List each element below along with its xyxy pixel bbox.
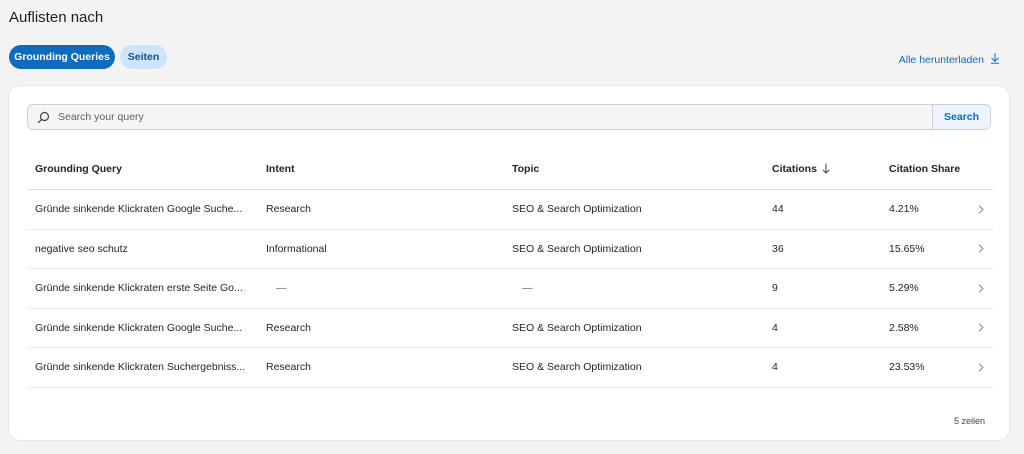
cell-citation-share: 15.65% — [889, 242, 925, 255]
column-header-topic[interactable]: Topic — [504, 163, 764, 175]
cell-topic: SEO & Search Optimization — [512, 321, 642, 334]
column-header-citations[interactable]: Citations — [764, 163, 881, 175]
cell-citations: 4 — [772, 321, 778, 334]
cell-intent: Research — [266, 321, 311, 334]
cell-citation-share: 23.53% — [889, 361, 925, 374]
cell-citations: 36 — [772, 242, 784, 255]
table-row[interactable]: Gründe sinkende Klickraten Google Suche.… — [27, 190, 993, 230]
cell-query: Gründe sinkende Klickraten erste Seite G… — [35, 282, 243, 295]
cell-citation-share: 2.58% — [889, 321, 919, 334]
cell-intent: — — [276, 282, 287, 295]
cell-intent: Research — [266, 361, 311, 374]
row-count: 5 zeilen — [953, 416, 985, 426]
cell-topic: — — [522, 282, 533, 295]
download-all-label: Alle herunterladen — [898, 53, 984, 66]
chevron-right-icon[interactable] — [969, 284, 993, 293]
download-all-link[interactable]: Alle herunterladen — [899, 52, 1000, 67]
column-header-citation-share[interactable]: Citation Share — [881, 163, 969, 175]
chevron-right-icon[interactable] — [969, 244, 993, 253]
cell-citation-share: 4.21% — [889, 203, 919, 216]
table-header: Grounding Query Intent Topic Citations C… — [27, 148, 993, 190]
cell-query: Gründe sinkende Klickraten Suchergebniss… — [35, 361, 246, 374]
column-header-grounding-query[interactable]: Grounding Query — [27, 163, 258, 175]
queries-table: Grounding Query Intent Topic Citations C… — [27, 148, 993, 388]
search-icon — [28, 105, 58, 129]
page-title: Auflisten nach — [9, 9, 104, 26]
cell-topic: SEO & Search Optimization — [512, 203, 642, 216]
cell-query: negative seo schutz — [35, 242, 128, 255]
arrow-down-icon — [822, 163, 830, 174]
table-row[interactable]: Gründe sinkende Klickraten erste Seite G… — [27, 269, 993, 309]
search-button[interactable]: Search — [932, 105, 990, 129]
cell-query: Gründe sinkende Klickraten Google Suche.… — [35, 321, 243, 334]
cell-topic: SEO & Search Optimization — [512, 361, 642, 374]
column-header-citations-label: Citations — [772, 162, 817, 175]
chevron-right-icon[interactable] — [969, 205, 993, 214]
chevron-right-icon[interactable] — [969, 323, 993, 332]
cell-topic: SEO & Search Optimization — [512, 242, 642, 255]
download-arrow-icon — [990, 52, 1000, 67]
cell-intent: Research — [266, 203, 311, 216]
cell-citations: 44 — [772, 203, 784, 216]
chevron-right-icon[interactable] — [969, 363, 993, 372]
cell-citations: 4 — [772, 361, 778, 374]
column-header-intent[interactable]: Intent — [258, 163, 504, 175]
tab-seiten[interactable]: Seiten — [120, 45, 167, 69]
table-row[interactable]: Gründe sinkende Klickraten Google Suche.… — [27, 309, 993, 348]
cell-intent: Informational — [266, 242, 327, 255]
cell-query: Gründe sinkende Klickraten Google Suche.… — [35, 203, 243, 216]
tab-grounding-queries[interactable]: Grounding Queries — [9, 45, 115, 69]
search-bar: Search — [27, 104, 991, 130]
cell-citation-share: 5.29% — [889, 282, 919, 295]
cell-citations: 9 — [772, 282, 778, 295]
table-row[interactable]: negative seo schutz Informational SEO & … — [27, 230, 993, 269]
search-input[interactable] — [58, 105, 932, 129]
table-row[interactable]: Gründe sinkende Klickraten Suchergebniss… — [27, 348, 993, 388]
queries-card: Search Grounding Query Intent Topic Cita… — [8, 85, 1010, 441]
